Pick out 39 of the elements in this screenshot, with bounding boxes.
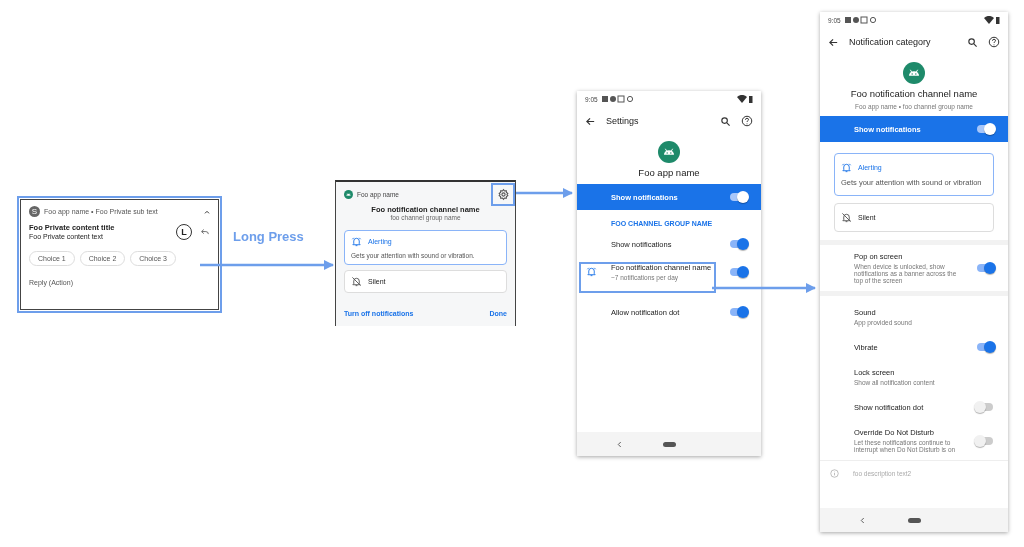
toggle-switch[interactable]	[977, 264, 993, 272]
back-arrow-icon[interactable]	[828, 36, 839, 48]
bell-icon	[841, 162, 852, 173]
info-icon	[830, 469, 839, 478]
bell-icon	[351, 236, 362, 247]
help-icon[interactable]	[741, 115, 753, 127]
channel-name: Foo notification channel name	[850, 88, 978, 99]
back-nav-icon[interactable]	[860, 516, 865, 524]
toggle-switch[interactable]	[977, 125, 993, 133]
toggle-switch[interactable]	[730, 240, 746, 248]
wifi-battery-icons	[984, 16, 1000, 24]
app-badge: S	[29, 206, 40, 217]
settings-icon[interactable]	[496, 188, 510, 201]
app-name: Foo app name	[638, 167, 700, 178]
toggle-switch[interactable]	[977, 403, 993, 411]
toggle-switch[interactable]	[730, 268, 746, 276]
help-icon[interactable]	[988, 36, 1000, 48]
android-app-icon	[903, 62, 925, 84]
collapse-caret-icon[interactable]	[204, 209, 210, 214]
home-pill[interactable]	[662, 441, 676, 447]
screen-title: Notification category	[849, 37, 932, 47]
muted-bell-icon	[351, 276, 362, 287]
android-app-icon	[658, 141, 680, 163]
gesture-label: Long Press	[233, 229, 304, 244]
wifi-battery-icons	[737, 95, 753, 103]
toggle-switch[interactable]	[977, 343, 993, 351]
search-icon[interactable]	[967, 36, 978, 48]
home-pill[interactable]	[907, 517, 921, 523]
screen-title: Settings	[606, 116, 640, 126]
back-arrow-icon[interactable]	[585, 115, 596, 127]
android-app-icon	[344, 189, 353, 199]
search-icon[interactable]	[720, 115, 731, 127]
toggle-switch[interactable]	[730, 308, 746, 316]
toggle-switch[interactable]	[977, 436, 993, 445]
back-nav-icon[interactable]	[617, 440, 622, 448]
toggle-switch[interactable]	[730, 193, 746, 201]
muted-bell-icon	[841, 212, 852, 223]
reply-icon[interactable]	[200, 226, 210, 237]
bell-icon	[586, 266, 597, 277]
